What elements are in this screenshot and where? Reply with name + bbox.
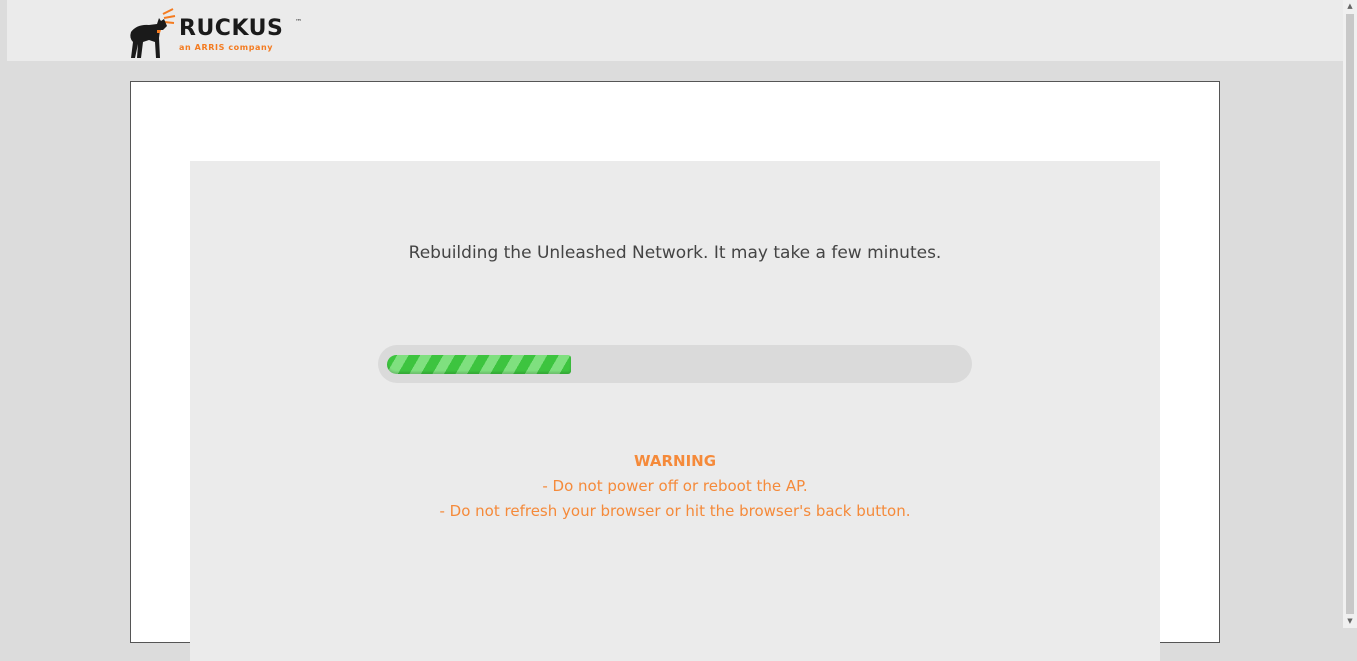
warning-block: WARNING - Do not power off or reboot the…	[190, 449, 1160, 524]
ruckus-logo[interactable]: RUCKUS ™ an ARRIS company	[127, 6, 307, 60]
content-card: Rebuilding the Unleashed Network. It may…	[130, 81, 1220, 661]
scroll-down-arrow-icon[interactable]: ▼	[1346, 617, 1354, 625]
warning-line-power: - Do not power off or reboot the AP.	[542, 477, 808, 495]
vertical-scrollbar[interactable]: ▲ ▼	[1343, 0, 1357, 628]
scrollbar-thumb[interactable]	[1346, 14, 1354, 614]
status-message: Rebuilding the Unleashed Network. It may…	[408, 243, 942, 263]
progress-bar-fill	[387, 355, 571, 374]
brand-tagline: an ARRIS company	[179, 43, 274, 52]
warning-line-refresh: - Do not refresh your browser or hit the…	[439, 502, 911, 520]
status-panel: Rebuilding the Unleashed Network. It may…	[190, 161, 1160, 661]
trademark-symbol: ™	[295, 18, 302, 26]
brand-name: RUCKUS	[179, 16, 284, 41]
scroll-up-arrow-icon[interactable]: ▲	[1346, 2, 1354, 10]
warning-title: WARNING	[633, 452, 717, 470]
page-viewport: RUCKUS ™ an ARRIS company Rebuilding the…	[0, 0, 1343, 661]
progress-bar	[378, 345, 972, 383]
